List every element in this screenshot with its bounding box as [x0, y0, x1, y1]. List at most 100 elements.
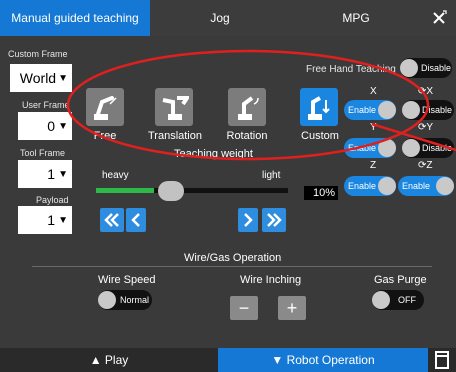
free-hand-teaching-label: Free Hand Teaching [306, 64, 396, 75]
heavy-label: heavy [102, 170, 129, 181]
axis-x-label: X [370, 86, 377, 97]
free-mode-button[interactable] [86, 88, 124, 126]
custom-frame-value: World [19, 70, 57, 86]
toggle-label: Enable [348, 181, 377, 191]
payload-value: 1 [47, 212, 56, 228]
toggle-knob [402, 139, 420, 157]
dropdown-arrow-icon: ▼ [58, 168, 68, 180]
toggle-knob [378, 101, 396, 119]
chevron-left-icon [131, 213, 140, 227]
toggle-label: Enable [348, 143, 377, 153]
free-hand-teaching-toggle[interactable]: Disable [400, 58, 452, 78]
wire-inching-plus-button[interactable]: + [278, 296, 306, 320]
rotation-mode-label: Rotation [226, 130, 268, 142]
toggle-label: Disable [421, 63, 452, 73]
tool-frame-value: 1 [47, 166, 56, 182]
gas-purge-toggle[interactable]: OFF [372, 290, 424, 310]
robot-operation-label: ▼ Robot Operation [271, 353, 375, 367]
toggle-label: Disable [422, 105, 453, 115]
toggle-knob [400, 59, 418, 77]
axis-rx-toggle[interactable]: Disable [402, 100, 454, 120]
tab-label: MPG [342, 11, 370, 25]
tool-frame-select[interactable]: 1 ▼ [18, 160, 72, 188]
double-chevron-left-icon [104, 213, 119, 227]
translation-mode-button[interactable] [155, 88, 193, 126]
toggle-knob [372, 291, 390, 309]
play-label: ▲ Play [89, 353, 129, 367]
wire-inching-minus-button[interactable]: − [230, 296, 258, 320]
wire-speed-toggle[interactable]: Normal [98, 290, 152, 310]
wire-speed-label: Wire Speed [98, 274, 156, 286]
tab-bar: Manual guided teaching Jog MPG [0, 0, 456, 36]
wire-gas-section-title: Wire/Gas Operation [184, 252, 282, 264]
wire-inching-label: Wire Inching [240, 274, 302, 286]
tool-frame-label: Tool Frame [20, 148, 66, 158]
section-divider [32, 266, 432, 267]
dropdown-arrow-icon: ▼ [58, 72, 68, 84]
robot-arm-rotation-icon [238, 96, 259, 120]
teaching-weight-slider-track[interactable] [96, 188, 288, 193]
light-label: light [262, 170, 281, 181]
tab-label: Jog [210, 11, 230, 25]
toggle-knob [402, 101, 420, 119]
rotation-mode-button[interactable] [228, 88, 266, 126]
tab-manual-guided-teaching[interactable]: Manual guided teaching [0, 0, 150, 36]
user-frame-select[interactable]: 0 ▼ [18, 112, 72, 140]
toggle-knob [378, 139, 396, 157]
toggle-knob [436, 177, 454, 195]
weight-left-button[interactable] [126, 208, 146, 232]
teaching-weight-title: Teaching weight [174, 148, 253, 160]
panel-icon [435, 351, 449, 369]
axis-y-toggle[interactable]: Enable [344, 138, 396, 158]
axis-rz-toggle[interactable]: Enable [398, 176, 454, 196]
dropdown-arrow-icon: ▼ [58, 214, 68, 226]
toggle-label: Disable [422, 143, 453, 153]
axis-z-label: Z [370, 160, 377, 171]
payload-label: Payload [36, 195, 69, 205]
tab-mpg[interactable]: MPG [290, 0, 422, 36]
custom-frame-label: Custom Frame [8, 49, 68, 59]
axis-z-toggle[interactable]: Enable [344, 176, 396, 196]
user-frame-label: User Frame [22, 100, 70, 110]
robot-arm-custom-icon [308, 96, 330, 120]
toggle-knob [378, 177, 396, 195]
teaching-weight-slider-handle[interactable] [158, 181, 184, 201]
translation-mode-label: Translation [147, 130, 202, 142]
toggle-label: OFF [398, 295, 416, 305]
chevron-right-icon [244, 213, 253, 227]
robot-operation-button[interactable]: ▼ Robot Operation [218, 348, 428, 372]
robot-arm-free-icon [94, 96, 117, 120]
tab-label: Manual guided teaching [11, 11, 139, 25]
custom-mode-label: Custom [301, 130, 339, 142]
play-button[interactable]: ▲ Play [0, 348, 218, 372]
custom-frame-select[interactable]: World ▼ [10, 64, 72, 92]
free-mode-label: Free [93, 130, 117, 142]
toggle-label: Normal [120, 295, 150, 305]
robot-arm-translation-icon [162, 96, 189, 120]
custom-mode-button[interactable] [300, 88, 338, 126]
user-frame-value: 0 [47, 118, 56, 134]
bottom-bar: ▲ Play ▼ Robot Operation [0, 348, 456, 372]
axis-rz-label: ⟳Z [418, 160, 433, 171]
teaching-panel: Custom Frame World ▼ User Frame 0 ▼ Tool… [8, 40, 456, 340]
weight-fast-left-button[interactable] [100, 208, 124, 232]
toggle-label: Enable [402, 181, 431, 191]
toggle-label: Enable [348, 105, 377, 115]
toggle-knob [98, 291, 116, 309]
weight-right-button[interactable] [238, 208, 258, 232]
weight-fast-right-button[interactable] [262, 208, 286, 232]
teaching-weight-value: 10% [304, 186, 338, 200]
close-icon [433, 10, 447, 24]
side-panel-button[interactable] [428, 348, 456, 372]
payload-select[interactable]: 1 ▼ [18, 206, 72, 234]
axis-rx-label: ⟳X [418, 86, 434, 97]
axis-y-label: Y [370, 122, 377, 133]
double-chevron-right-icon [267, 213, 282, 227]
teaching-weight-slider-fill [96, 188, 154, 193]
gas-purge-label: Gas Purge [374, 274, 427, 286]
axis-ry-label: ⟳Y [418, 122, 434, 133]
tab-jog[interactable]: Jog [150, 0, 290, 36]
close-button[interactable] [422, 0, 456, 36]
axis-ry-toggle[interactable]: Disable [402, 138, 454, 158]
axis-x-toggle[interactable]: Enable [344, 100, 396, 120]
